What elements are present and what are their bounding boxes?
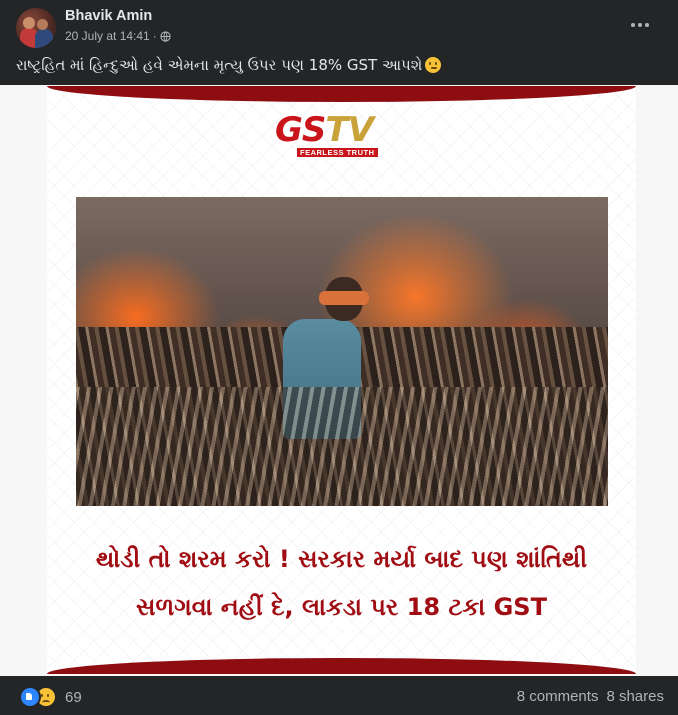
like-reaction-icon — [19, 686, 41, 708]
post-meta: 20 July at 14:41 · — [65, 29, 171, 43]
globe-icon[interactable] — [160, 30, 171, 42]
engagement-stats: 8 comments 8 shares — [509, 688, 664, 705]
post-footer: 69 8 comments 8 shares — [0, 676, 678, 715]
card-bottom-banner — [47, 658, 636, 674]
meta-separator: · — [152, 29, 157, 43]
post-image[interactable]: GSTV FEARLESS TRUTH થોડી તો શરમ કરો ! સર… — [0, 85, 678, 676]
news-card: GSTV FEARLESS TRUTH થોડી તો શરમ કરો ! સર… — [47, 86, 636, 674]
logo-gs: GS — [275, 110, 326, 150]
head-cloth — [319, 291, 369, 305]
reaction-summary[interactable]: 69 — [19, 686, 82, 708]
caption-text: રાષ્ટ્રહિત માં હિન્દુઓ હવે એમના મૃત્યુ ઉ… — [16, 56, 423, 74]
post-timestamp[interactable]: 20 July at 14:41 — [65, 29, 150, 43]
logo-tagline: FEARLESS TRUTH — [297, 148, 378, 157]
shares-count[interactable]: 8 shares — [606, 688, 664, 705]
cremation-photo — [76, 197, 608, 506]
author-name[interactable]: Bhavik Amin — [65, 8, 152, 24]
avatar-figure — [35, 29, 53, 48]
author-avatar[interactable] — [16, 8, 56, 48]
logo-tv: TV — [325, 110, 374, 150]
comments-count[interactable]: 8 comments — [517, 688, 599, 705]
gstv-logo: GSTV FEARLESS TRUTH — [275, 113, 407, 159]
logo-wordmark: GSTV — [275, 110, 374, 150]
post-header: Bhavik Amin 20 July at 14:41 · — [0, 0, 678, 50]
post-caption: રાષ્ટ્રહિત માં હિન્દુઓ હવે એમના મૃત્યુ ઉ… — [16, 56, 442, 74]
ellipsis-icon[interactable] — [628, 16, 652, 34]
reaction-count: 69 — [65, 688, 82, 706]
avatar-face — [23, 17, 35, 29]
thinking-face-emoji — [425, 57, 442, 73]
wood-pyres-front — [76, 387, 608, 506]
headline-line-1: થોડી તો શરમ કરો ! સરકાર મર્યા બાદ પણ શાં… — [95, 545, 588, 573]
headline-line-2: સળગવા નહીં દે, લાકડા પર 18 ટકા GST — [136, 593, 547, 621]
card-top-banner — [47, 86, 636, 102]
avatar-face — [37, 19, 48, 30]
